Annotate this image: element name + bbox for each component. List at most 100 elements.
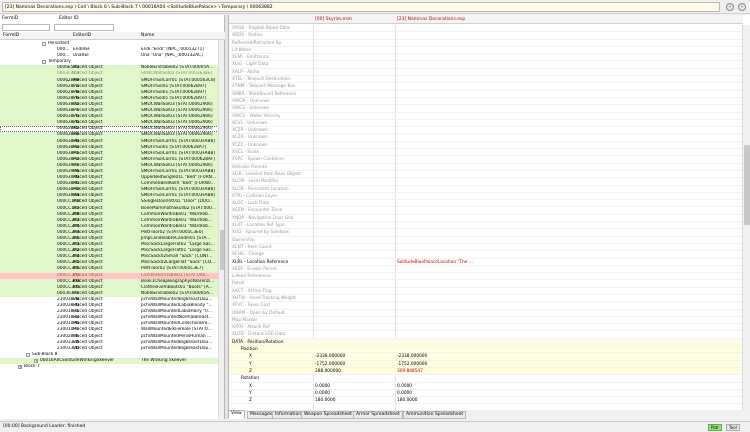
record-view-header: [00] Skyrim.esm [23] Naminas Decorations… [229, 15, 743, 24]
record-field-row[interactable]: XATR - Attach Ref [229, 324, 743, 332]
record-field-row[interactable]: XWCS - Unknown [229, 105, 743, 113]
record-field-row[interactable]: XCVL - Unknown [229, 120, 743, 128]
plugin-value[interactable]: 309.848547 [397, 368, 557, 375]
record-path-field[interactable]: [23] Naminas Decorations.esp \ Cell \ Bl… [2, 2, 720, 12]
plugin-value[interactable]: SolitudeBluePalaceLocation "The ... [397, 259, 557, 266]
record-field-row[interactable]: ONAM - Open by Default [229, 310, 743, 317]
record-field-row[interactable]: XESP - Enable Parent [229, 266, 743, 274]
record-field-row[interactable]: Y 0.0000 0.0000 [229, 390, 743, 398]
tree-group-node[interactable]: + Block 7 [0, 364, 219, 370]
plugin-value[interactable]: 180.0000 [397, 397, 557, 404]
field-label: XWCU - Water Velocity [232, 113, 281, 119]
record-field-row[interactable]: XCHG - Charge [229, 251, 743, 259]
record-field-row[interactable]: Map Marker [229, 317, 743, 325]
record-field-row[interactable]: XCZC - Unknown [229, 142, 743, 150]
record-field-row[interactable]: XSPC - Spawn Container [229, 156, 743, 164]
tab-messages[interactable]: Messages [247, 411, 276, 419]
record-field-row[interactable]: XTEL - Teleport Destination [229, 76, 743, 84]
record-field-row[interactable]: XHTW - Head-Tracking Weight [229, 295, 743, 303]
record-field-row[interactable]: XACT - Action Flag [229, 288, 743, 295]
status-tool-button[interactable]: Tool [726, 424, 740, 431]
record-field-row[interactable]: XCZR - Unknown [229, 127, 743, 135]
record-field-row[interactable]: XLIG - Light Data [229, 61, 743, 69]
master-value[interactable]: 0.0000 [315, 390, 395, 397]
tab-weapon-spreadsheet[interactable]: Weapon Spreadsheet [301, 411, 355, 419]
plugin-column-header[interactable]: [23] Naminas Decorations.esp [397, 17, 465, 22]
record-field-row[interactable]: Linked References [229, 273, 743, 281]
view-scrollbar[interactable] [742, 25, 750, 410]
master-value[interactable]: -1752.000000 [315, 361, 395, 368]
record-field-row[interactable]: XWCN - Unknown [229, 98, 743, 106]
record-field-row[interactable]: XCZA - Unknown [229, 134, 743, 142]
record-field-row[interactable]: XCNT - Item Count [229, 244, 743, 252]
record-field-row[interactable]: XEMI - Emittance [229, 54, 743, 62]
tab-information[interactable]: Information [272, 411, 305, 419]
master-value[interactable]: -2338.000000 [315, 353, 395, 360]
record-field-row[interactable]: XRGB - Ragdoll Biped Data [229, 25, 743, 33]
master-column-header[interactable]: [00] Skyrim.esm [315, 17, 352, 22]
forward-arrow-icon[interactable]: › [738, 3, 746, 11]
plugin-value[interactable]: -2338.000000 [397, 353, 557, 360]
record-field-row[interactable]: XEZN - Encounter Zone [229, 207, 743, 215]
record-field-row[interactable]: XWCU - Water Velocity [229, 113, 743, 120]
record-field-row[interactable]: XSCL - Scale [229, 149, 743, 157]
record-field-row[interactable]: XIS2 - Ignored by Sandbox [229, 229, 743, 237]
field-label: XESP - Enable Parent [232, 266, 278, 272]
column-editorid[interactable]: EditorID [73, 33, 91, 38]
record-field-row[interactable]: Z 180.0000 180.0000 [229, 397, 743, 405]
collapse-icon[interactable]: - [42, 42, 46, 46]
record-field-row[interactable]: Ownership [229, 237, 743, 244]
status-patr-button[interactable]: Patr [708, 424, 722, 431]
column-formid[interactable]: FormID [3, 33, 19, 38]
plugin-value[interactable]: 0.0000 [397, 390, 557, 397]
editorid-filter-input[interactable] [54, 24, 114, 31]
plugin-value[interactable]: 0.0000 [397, 383, 557, 390]
collapse-icon[interactable]: - [42, 60, 46, 65]
address-bar: [23] Naminas Decorations.esp \ Cell \ Bl… [0, 0, 750, 14]
record-field-row[interactable]: XTRI - Collision Layer [229, 193, 743, 201]
record-field-row[interactable]: Patrol [229, 280, 743, 288]
master-value[interactable]: 0.0000 [315, 383, 395, 390]
tab-ammunition-spreadsheet[interactable]: Ammunition Spreadsheet [403, 411, 467, 419]
field-label: Ownership [232, 237, 255, 243]
record-field-row[interactable]: XTNM - Teleport Message Box [229, 83, 743, 91]
record-field-row[interactable]: XLRL - Location Reference SolitudeBluePal… [229, 259, 743, 266]
record-field-row[interactable]: XFVC - Favor Cost [229, 302, 743, 310]
master-value[interactable]: 288.000000 [315, 368, 395, 375]
tab-view[interactable]: View [228, 410, 245, 419]
plugin-value[interactable]: -1752.000000 [397, 361, 557, 368]
tree-scrollbar[interactable] [218, 40, 224, 419]
record-field-row[interactable]: XALP - Alpha [229, 69, 743, 77]
record-field-row[interactable]: Lit Water [229, 47, 743, 55]
expand-icon[interactable]: + [18, 364, 22, 369]
record-field-row[interactable]: X 0.0000 0.0000 [229, 383, 743, 390]
expand-icon[interactable]: + [34, 358, 38, 363]
field-label: XTNM - Teleport Message Box [232, 84, 296, 90]
record-field-row[interactable]: XLCN - Persistent Location [229, 186, 743, 193]
collapse-icon[interactable]: - [26, 352, 30, 357]
record-field-row[interactable]: Z 288.000000 309.848547 [229, 367, 743, 376]
record-field-row[interactable]: XLIB - Leveled Item Base Object [229, 171, 743, 179]
record-field-row[interactable]: Position [229, 346, 743, 354]
record-field-row[interactable]: XNDP - Navigation Door Link [229, 215, 743, 223]
back-arrow-icon[interactable]: ‹ [726, 3, 734, 11]
master-value[interactable]: 180.0000 [315, 397, 395, 404]
view-scroll-thumb[interactable] [744, 145, 750, 225]
record-field-row[interactable]: XRDS - Radius [229, 32, 743, 40]
record-field-row[interactable]: Activate Parents [229, 164, 743, 171]
field-label: XCHG - Charge [232, 252, 264, 258]
record-field-row[interactable]: Y -1752.000000 -1752.000000 [229, 360, 743, 368]
record-field-row[interactable]: Reflected/Refracted By [229, 40, 743, 47]
formid-filter-input[interactable] [2, 24, 50, 31]
tree-scroll-thumb[interactable] [220, 230, 224, 270]
record-field-row[interactable]: X -2338.000000 -2338.000000 [229, 353, 743, 361]
record-field-row[interactable]: XLCM - Level Modifier [229, 178, 743, 186]
record-field-row[interactable]: DATA - Position/Rotation [229, 338, 743, 347]
record-field-row[interactable]: XLRT - Location Ref Type [229, 222, 743, 230]
record-field-row[interactable]: XLOD - Distant LOD Data [229, 331, 743, 339]
record-field-row[interactable]: Rotation [229, 375, 743, 383]
record-field-row[interactable]: XMBR - MultiBound Reference [229, 91, 743, 98]
tab-armor-spreadsheet[interactable]: Armor Spreadsheet [353, 411, 403, 419]
column-name[interactable]: Name [141, 33, 154, 38]
record-field-row[interactable]: XLOC - Lock Data [229, 200, 743, 208]
